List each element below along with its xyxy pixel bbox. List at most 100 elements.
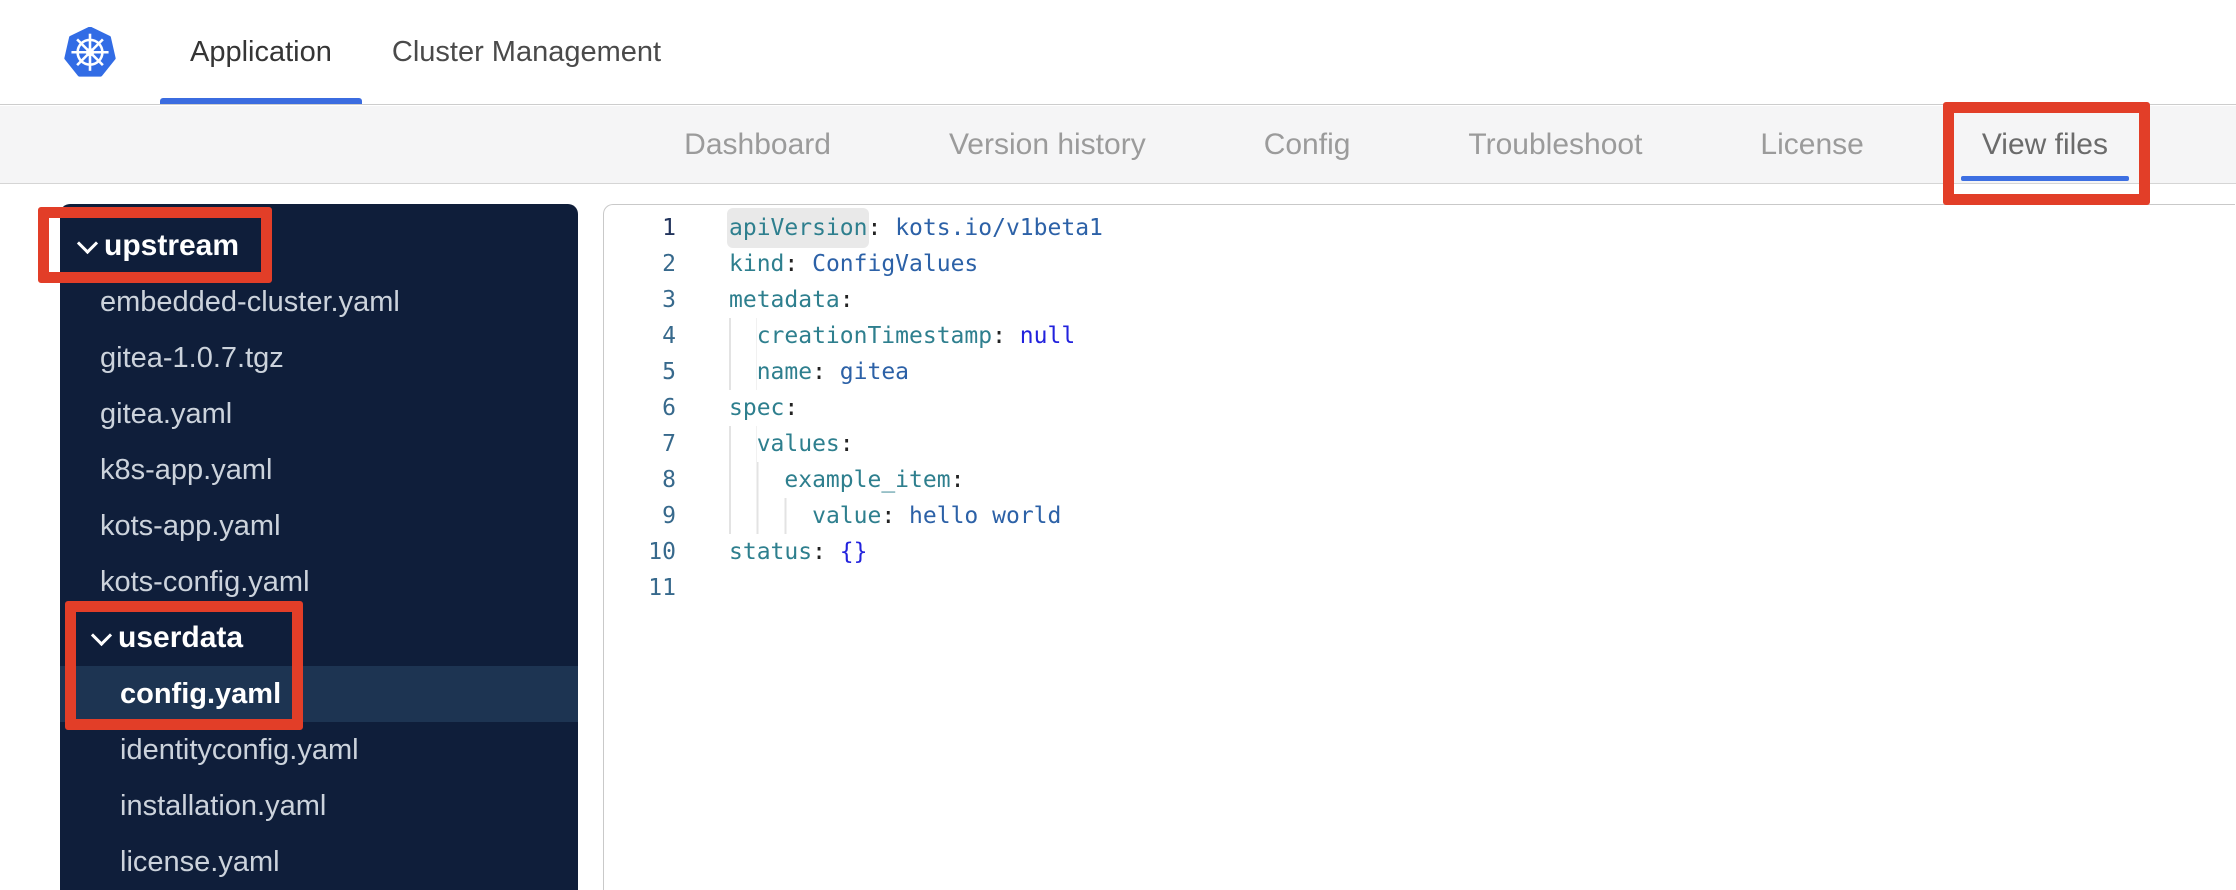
tab-application[interactable]: Application xyxy=(160,0,362,104)
tab-version-history[interactable]: Version history xyxy=(949,106,1146,183)
tree-item-label: userdata xyxy=(118,621,244,654)
line-number: 8 xyxy=(662,467,676,493)
tab-view-files[interactable]: View files xyxy=(1960,106,2129,183)
yaml-colon: : xyxy=(992,323,1020,349)
tree-item-label: license.yaml xyxy=(120,845,280,878)
code-content: creationTimestamp: null xyxy=(729,318,1075,354)
tree-item-label: kots-app.yaml xyxy=(100,509,281,542)
code-content: value: hello world xyxy=(729,498,1061,534)
yaml-colon: : xyxy=(812,359,840,385)
line-number: 2 xyxy=(662,251,676,277)
line-number: 10 xyxy=(648,539,676,565)
code-line-1: 1 apiVersion: kots.io/v1beta1 xyxy=(604,210,2235,246)
line-number: 4 xyxy=(662,323,676,349)
code-line-9: 9 value: hello world xyxy=(604,498,2235,534)
tree-file-k8s-app-yaml[interactable]: k8s-app.yaml xyxy=(60,442,578,498)
tree-file-kots-config-yaml[interactable]: kots-config.yaml xyxy=(60,554,578,610)
line-number: 7 xyxy=(662,431,676,457)
tree-file-kots-app-yaml[interactable]: kots-app.yaml xyxy=(60,498,578,554)
tab-config[interactable]: Config xyxy=(1264,106,1351,183)
tree-item-label: kots-config.yaml xyxy=(100,565,310,598)
yaml-value: {} xyxy=(839,539,868,565)
tree-item-label: upstream xyxy=(104,229,240,262)
yaml-colon: : xyxy=(784,251,813,277)
yaml-value: ConfigValues xyxy=(812,251,979,277)
yaml-key: apiVersion xyxy=(729,210,868,246)
code-content: name: gitea xyxy=(729,354,909,390)
tree-folder-upstream[interactable]: upstream xyxy=(60,218,578,274)
tree-item-label: identityconfig.yaml xyxy=(120,733,359,766)
yaml-key: example_item xyxy=(784,467,951,493)
code-line-6: 6 spec: xyxy=(604,390,2235,426)
tab-view-files-label: View files xyxy=(1981,127,2108,161)
yaml-value: null xyxy=(1019,323,1076,349)
tree-item-label: gitea-1.0.7.tgz xyxy=(100,341,284,374)
app-header: Application Cluster Management xyxy=(0,0,2236,105)
tree-file-config-yaml[interactable]: config.yaml xyxy=(60,666,578,722)
tab-application-label: Application xyxy=(190,35,332,68)
indent-guide xyxy=(729,354,757,390)
line-number: 11 xyxy=(648,575,676,601)
tab-license[interactable]: License xyxy=(1760,106,1863,183)
yaml-colon: : xyxy=(839,431,868,457)
line-number: 3 xyxy=(662,287,676,313)
code-line-10: 10 status: {} xyxy=(604,534,2235,570)
tree-item-label: embedded-cluster.yaml xyxy=(100,285,400,318)
yaml-value: gitea xyxy=(839,359,910,385)
yaml-key: kind xyxy=(729,251,785,277)
tree-file-gitea-tgz[interactable]: gitea-1.0.7.tgz xyxy=(60,330,578,386)
active-tab-underline xyxy=(1960,176,2129,181)
tree-folder-userdata[interactable]: userdata xyxy=(60,610,578,666)
code-editor[interactable]: 1 apiVersion: kots.io/v1beta1 2 kind: Co… xyxy=(603,204,2235,890)
chevron-down-icon[interactable] xyxy=(76,232,99,254)
code-line-7: 7 values: xyxy=(604,426,2235,462)
tree-item-label: installation.yaml xyxy=(120,789,327,822)
code-content: kind: ConfigValues xyxy=(729,246,978,282)
yaml-colon: : xyxy=(784,395,813,421)
tab-license-label: License xyxy=(1760,127,1864,161)
code-content: example_item: xyxy=(729,462,978,498)
indent-guide xyxy=(729,462,785,498)
yaml-colon: : xyxy=(867,215,896,241)
line-number: 5 xyxy=(662,359,676,385)
code-line-5: 5 name: gitea xyxy=(604,354,2235,390)
line-number: 1 xyxy=(662,215,676,241)
tab-config-label: Config xyxy=(1263,127,1351,161)
code-content: metadata: xyxy=(729,282,867,318)
tab-cluster-management-label: Cluster Management xyxy=(391,35,662,68)
tab-version-history-label: Version history xyxy=(948,127,1146,161)
tree-item-label: config.yaml xyxy=(120,677,282,710)
code-content: values: xyxy=(729,426,867,462)
tab-dashboard[interactable]: Dashboard xyxy=(684,106,831,183)
code-line-2: 2 kind: ConfigValues xyxy=(604,246,2235,282)
chevron-down-icon[interactable] xyxy=(90,624,113,646)
code-content: apiVersion: kots.io/v1beta1 xyxy=(729,210,1103,246)
code-content: spec: xyxy=(729,390,812,426)
tab-dashboard-label: Dashboard xyxy=(684,127,831,161)
yaml-key: name xyxy=(756,359,813,385)
yaml-colon: : xyxy=(839,287,868,313)
code-content: status: {} xyxy=(729,534,868,570)
yaml-key: value xyxy=(812,503,882,529)
yaml-colon: : xyxy=(950,467,979,493)
kubernetes-logo-icon xyxy=(64,27,116,77)
tab-troubleshoot[interactable]: Troubleshoot xyxy=(1468,106,1642,183)
code-line-4: 4 creationTimestamp: null xyxy=(604,318,2235,354)
code-line-11: 11 xyxy=(604,570,2235,606)
file-tree: upstream embedded-cluster.yaml gitea-1.0… xyxy=(60,204,578,890)
app-subnav: Dashboard Version history Config Trouble… xyxy=(0,106,2236,184)
yaml-value: hello world xyxy=(909,503,1062,529)
header-tabs: Application Cluster Management xyxy=(160,0,691,104)
tree-item-label: k8s-app.yaml xyxy=(100,453,273,486)
line-number: 6 xyxy=(662,395,676,421)
active-tab-underline xyxy=(160,98,362,104)
tree-file-installation-yaml[interactable]: installation.yaml xyxy=(60,778,578,834)
yaml-key: status xyxy=(729,539,813,565)
tree-file-gitea-yaml[interactable]: gitea.yaml xyxy=(60,386,578,442)
tree-file-identityconfig-yaml[interactable]: identityconfig.yaml xyxy=(60,722,578,778)
tree-file-license-yaml[interactable]: license.yaml xyxy=(60,834,578,890)
tree-file-embedded-cluster-yaml[interactable]: embedded-cluster.yaml xyxy=(60,274,578,330)
indent-guide xyxy=(729,498,813,534)
yaml-key: creationTimestamp xyxy=(756,323,993,349)
tab-cluster-management[interactable]: Cluster Management xyxy=(362,0,691,104)
